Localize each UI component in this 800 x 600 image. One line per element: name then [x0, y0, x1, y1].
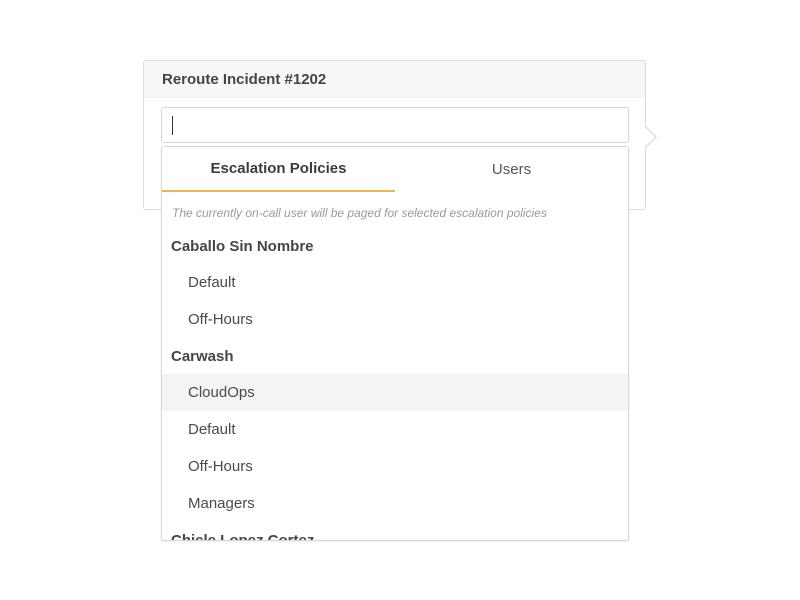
- list-item[interactable]: Off-Hours: [162, 448, 628, 485]
- search-input[interactable]: [161, 107, 629, 143]
- list-item[interactable]: Off-Hours: [162, 301, 628, 338]
- list-item[interactable]: Managers: [162, 485, 628, 522]
- group-header: Caballo Sin Nombre: [171, 237, 314, 255]
- target-dropdown: Escalation Policies Users The currently …: [161, 146, 629, 541]
- tab-escalation-policies[interactable]: Escalation Policies: [162, 147, 395, 192]
- list-item[interactable]: Default: [162, 264, 628, 301]
- modal-title: Reroute Incident #1202: [144, 61, 645, 98]
- dropdown-tabs: Escalation Policies Users: [162, 147, 628, 192]
- text-caret: [172, 116, 173, 135]
- tab-users[interactable]: Users: [395, 147, 628, 192]
- list-item[interactable]: Default: [162, 411, 628, 448]
- list-item-highlighted[interactable]: CloudOps: [162, 374, 628, 411]
- group-header: Carwash: [171, 347, 234, 365]
- group-header: Chicle Lopez Cortez: [171, 531, 315, 541]
- popover-arrow-fill: [645, 127, 655, 147]
- policy-list: Caballo Sin Nombre Default Off-Hours Car…: [162, 228, 628, 541]
- hint-text: The currently on-call user will be paged…: [172, 206, 547, 220]
